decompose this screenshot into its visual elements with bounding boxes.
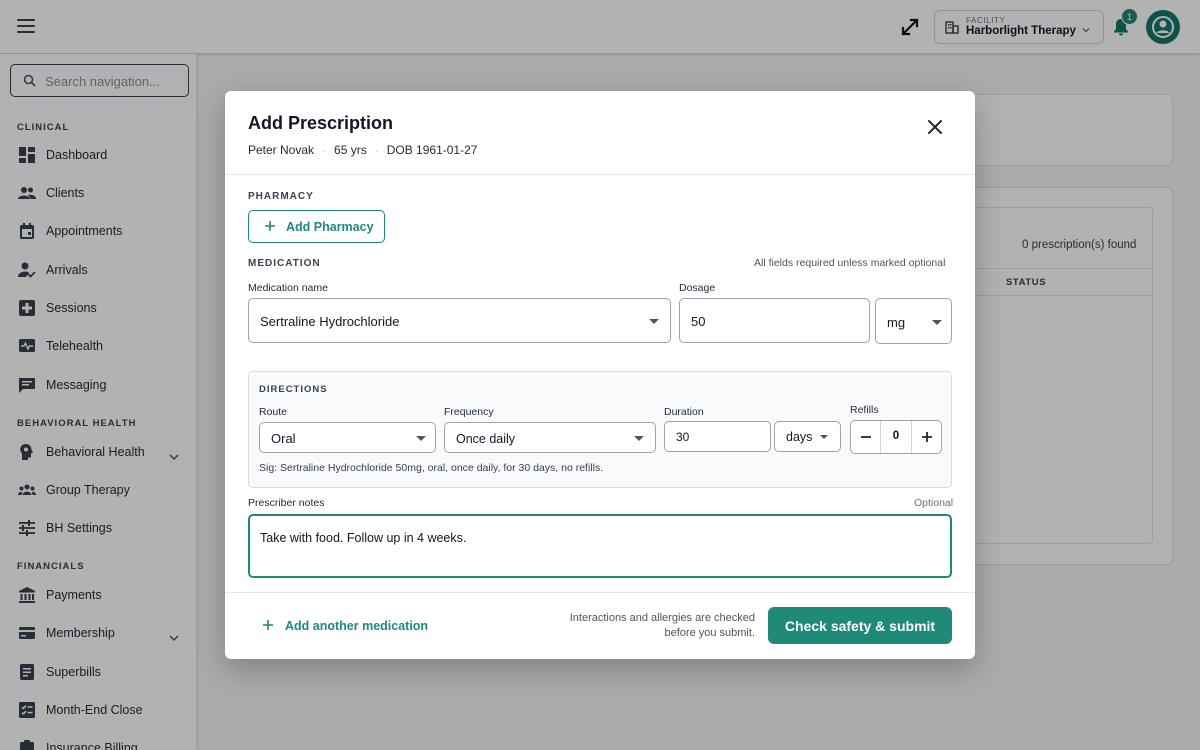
pharmacy-section-label: PHARMACY <box>248 191 314 202</box>
directions-label: DIRECTIONS <box>259 384 328 395</box>
duration-unit-select[interactable]: days <box>774 421 841 452</box>
medication-name-label: Medication name <box>248 282 328 294</box>
patient-dob: DOB 1961-01-27 <box>386 143 478 157</box>
dosage-unit-value: mg <box>887 315 906 330</box>
plus-icon <box>262 619 274 634</box>
required-hint: All fields required unless marked option… <box>754 257 946 269</box>
dialog-title: Add Prescription <box>248 113 394 133</box>
add-pharmacy-button[interactable]: Add Pharmacy <box>248 210 385 243</box>
add-medication-label: Add another medication <box>285 619 429 633</box>
separator-dot: · <box>374 143 379 157</box>
add-pharmacy-label: Add Pharmacy <box>286 220 374 234</box>
directions-panel: DIRECTIONS Route Oral Frequency Once dai… <box>248 371 952 488</box>
patient-name: Peter Novak <box>248 143 315 157</box>
duration-input[interactable]: 30 <box>664 421 771 452</box>
prescriber-notes-textarea[interactable]: Take with food. Follow up in 4 weeks. <box>248 514 952 578</box>
route-label: Route <box>259 406 288 418</box>
route-select[interactable]: Oral <box>259 422 436 453</box>
medication-name-value: Sertraline Hydrochloride <box>260 314 400 329</box>
caret-down-icon <box>634 436 644 441</box>
check-safety-submit-button[interactable]: Check safety & submit <box>768 607 952 644</box>
caret-down-icon <box>416 436 426 441</box>
medication-section-label: MEDICATION <box>248 258 321 269</box>
optional-hint: Optional <box>914 497 954 509</box>
dosage-value: 50 <box>691 314 706 329</box>
prescriber-notes-label: Prescriber notes <box>248 497 325 509</box>
decrement-button[interactable] <box>851 421 881 453</box>
frequency-select[interactable]: Once daily <box>444 422 656 453</box>
patient-age: 65 yrs <box>334 143 367 157</box>
refills-label: Refills <box>850 404 879 416</box>
duration-label: Duration <box>664 406 704 418</box>
prescriber-notes-value: Take with food. Follow up in 4 weeks. <box>260 531 467 545</box>
close-icon[interactable] <box>924 116 946 138</box>
caret-down-icon <box>649 319 659 324</box>
refills-value[interactable]: 0 <box>881 430 911 442</box>
safety-hint-line: Interactions and allergies are checked <box>569 612 755 624</box>
frequency-label: Frequency <box>444 406 494 418</box>
dosage-unit-select[interactable]: mg <box>875 298 952 344</box>
increment-button[interactable] <box>911 421 941 453</box>
add-prescription-dialog: Add Prescription Peter Novak · 65 yrs · DOB … <box>225 91 975 659</box>
divider <box>225 174 975 175</box>
refills-stepper: 0 <box>850 420 942 454</box>
dosage-input[interactable]: 50 <box>679 298 870 343</box>
route-value: Oral <box>271 431 296 446</box>
safety-hint-line: before you submit. <box>664 627 756 639</box>
sig-summary: Sig: Sertraline Hydrochloride 50mg, oral… <box>259 462 604 474</box>
frequency-value: Once daily <box>456 432 516 446</box>
duration-unit-value: days <box>786 430 813 444</box>
patient-info: Peter Novak · 65 yrs · DOB 1961-01-27 <box>248 143 477 157</box>
separator-dot: · <box>322 143 327 157</box>
medication-name-select[interactable]: Sertraline Hydrochloride <box>248 298 671 343</box>
safety-hint: Interactions and allergies are checked b… <box>555 611 755 641</box>
divider <box>225 592 975 593</box>
caret-down-icon <box>932 320 942 325</box>
plus-icon <box>264 220 276 235</box>
dosage-label: Dosage <box>679 282 716 294</box>
duration-value: 30 <box>676 430 690 444</box>
caret-down-icon <box>820 435 828 439</box>
